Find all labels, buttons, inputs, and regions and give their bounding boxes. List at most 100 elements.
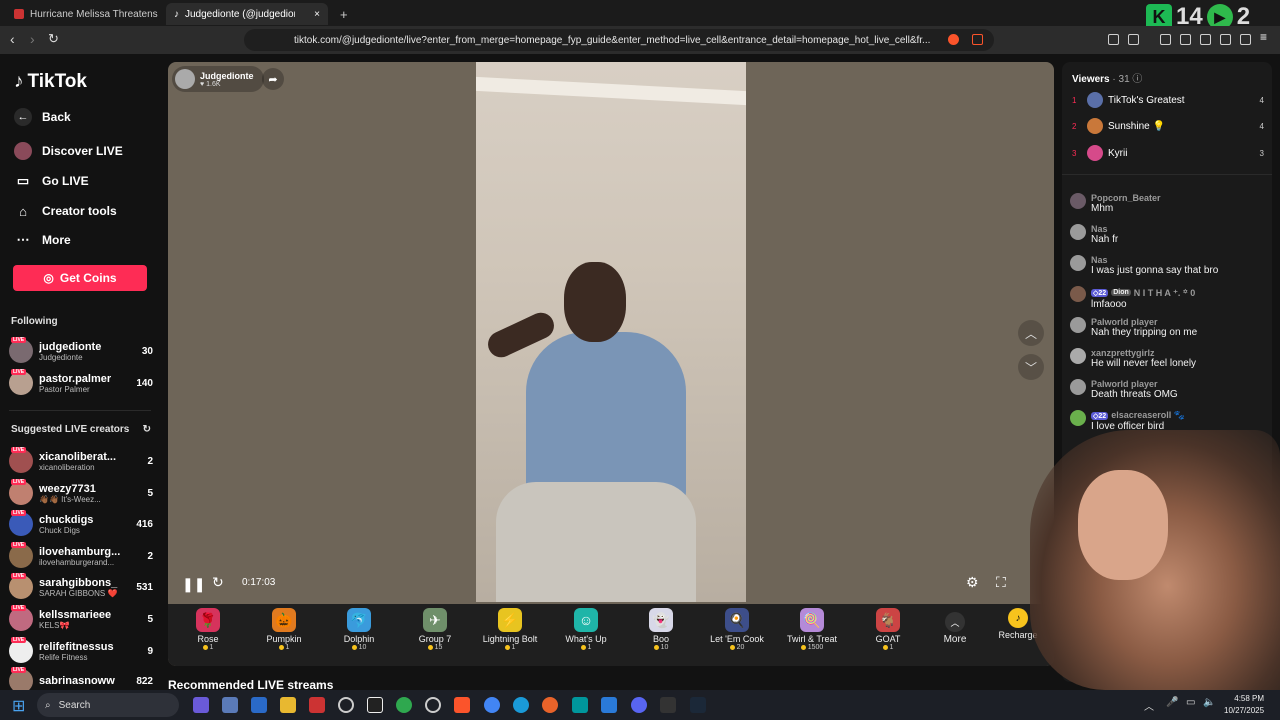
gift-more-button[interactable]: ︿ More	[920, 612, 990, 645]
windows-start-icon[interactable]: ⊞	[12, 696, 25, 716]
chat-avatar[interactable]	[1070, 224, 1086, 240]
screenshot-icon[interactable]	[1128, 34, 1139, 45]
suggested-account[interactable]: LIVE weezy7731 👋🏾👋🏾 It's-Weez... 5	[9, 478, 153, 508]
chat-username[interactable]: Nas	[1091, 255, 1218, 265]
gift-lightning-bolt[interactable]: ⚡ Lightning Bolt 1	[475, 608, 545, 651]
arduino-icon[interactable]	[572, 697, 588, 713]
viewers-header[interactable]: Viewers · 31 ⓘ	[1072, 70, 1142, 85]
chat-username[interactable]: elsacreaseroll 🐾	[1111, 410, 1185, 421]
next-stream-icon[interactable]: ﹀	[1018, 354, 1044, 380]
chat-username[interactable]: Nas	[1091, 224, 1118, 234]
top-viewer[interactable]: 3 Kyrii 3	[1072, 145, 1264, 161]
leo-ai-icon[interactable]	[1220, 34, 1231, 45]
chat-username[interactable]: Popcorn_Beater	[1091, 193, 1161, 203]
refresh-stream-icon[interactable]: ↻	[212, 574, 224, 591]
app-icon[interactable]	[193, 697, 209, 713]
chat-username[interactable]: Palworld player	[1091, 317, 1197, 327]
tiktok-logo[interactable]: ♪ TikTok	[14, 71, 87, 93]
gift-pumpkin[interactable]: 🎃 Pumpkin 1	[249, 608, 319, 651]
app-icon[interactable]	[251, 697, 267, 713]
new-tab-button[interactable]: +	[332, 3, 354, 25]
suggested-account[interactable]: LIVE xicanoliberat... xicanoliberation 2	[9, 446, 153, 476]
forward-nav-icon[interactable]: ›	[30, 31, 35, 47]
fullscreen-icon[interactable]: ⛶	[996, 574, 1006, 591]
nav-creator-tools[interactable]: ⌂ Creator tools	[14, 202, 117, 220]
nav-more[interactable]: ⋯ More	[14, 231, 71, 249]
wallet-icon[interactable]	[1200, 34, 1211, 45]
suggested-account[interactable]: LIVE kellssmarieee KELS🎀 5	[9, 604, 153, 634]
host-info[interactable]: Judgedionte ♥ 1.6K	[172, 66, 264, 92]
gift-let-em-cook[interactable]: 🍳 Let 'Em Cook 20	[702, 608, 772, 651]
gift-boo[interactable]: 👻 Boo 10	[626, 608, 696, 651]
gift-whats-up[interactable]: ☺ What's Up 1	[551, 608, 621, 651]
nav-discover-live[interactable]: Discover LIVE	[14, 142, 123, 160]
suggested-account[interactable]: LIVE ilovehamburg... ilovehamburgerand...…	[9, 541, 153, 571]
brave-icon[interactable]	[454, 697, 470, 713]
browser-tab-tiktok[interactable]: ♪ Judgedionte (@judgedionte) ×	[166, 3, 328, 25]
brave-shields-icon[interactable]	[948, 34, 959, 45]
suggested-account[interactable]: LIVE sarahgibbons_ SARAH GIBBONS ❤️ 531	[9, 572, 153, 602]
steam-icon[interactable]	[690, 697, 706, 713]
refresh-icon[interactable]: ↻	[143, 424, 151, 435]
live-video-player[interactable]: Judgedionte ♥ 1.6K ➦ ❚❚ ↻ 0:17:03 ⚙ ⛶	[168, 62, 1054, 666]
prev-stream-icon[interactable]: ︿	[1018, 320, 1044, 346]
top-viewer[interactable]: 1 TikTok's Greatest 4	[1072, 92, 1264, 108]
following-account[interactable]: LIVE pastor.palmer Pastor Palmer 140	[9, 368, 153, 398]
settings-icon[interactable]: ⚙	[966, 574, 979, 591]
nav-go-live[interactable]: ▭ Go LIVE	[14, 172, 89, 190]
suggested-account[interactable]: LIVE chuckdigs Chuck Digs 416	[9, 509, 153, 539]
vscode-icon[interactable]	[601, 697, 617, 713]
network-icon[interactable]: ▭	[1186, 697, 1195, 708]
gift-group-7[interactable]: ✈ Group 7 15	[400, 608, 470, 651]
app-icon[interactable]	[660, 697, 676, 713]
gift-twirl-treat[interactable]: 🍭 Twirl & Treat 1500	[777, 608, 847, 651]
app-icon[interactable]	[222, 697, 238, 713]
gift-dolphin[interactable]: 🐬 Dolphin 10	[324, 608, 394, 651]
back-nav-icon[interactable]: ‹	[10, 31, 15, 47]
media-icon[interactable]	[1160, 34, 1171, 45]
extensions-icon[interactable]	[1108, 34, 1119, 45]
suggested-account[interactable]: LIVE relifefitnessus Relife Fitness 9	[9, 636, 153, 666]
app-icon[interactable]	[338, 697, 354, 713]
app-icon[interactable]	[396, 697, 412, 713]
sidebar-toggle-icon[interactable]	[1180, 34, 1191, 45]
chat-avatar[interactable]	[1070, 286, 1086, 302]
pause-icon[interactable]: ❚❚	[182, 576, 205, 593]
browser-tab-hurricane[interactable]: Hurricane Melissa Threatens Jamaica	[6, 3, 158, 25]
reload-icon[interactable]: ↻	[48, 31, 59, 47]
gift-rose[interactable]: 🌹 Rose 1	[173, 608, 243, 651]
taskbar-clock[interactable]: 4:58 PM 10/27/2025	[1224, 693, 1264, 717]
taskbar-search[interactable]: ⌕ Search	[37, 693, 179, 717]
menu-icon[interactable]: ≡	[1260, 30, 1271, 44]
capcut-icon[interactable]	[367, 697, 383, 713]
get-coins-button[interactable]: ◎ Get Coins	[13, 265, 147, 291]
chat-username[interactable]: xanzprettygirlz	[1091, 348, 1196, 358]
live-video-frame[interactable]	[476, 62, 746, 602]
file-explorer-icon[interactable]	[280, 697, 296, 713]
chat-avatar[interactable]	[1070, 317, 1086, 333]
app-icon[interactable]	[309, 697, 325, 713]
firefox-icon[interactable]	[542, 697, 558, 713]
volume-icon[interactable]: 🔈	[1203, 697, 1215, 708]
address-bar[interactable]: tiktok.com/@judgedionte/live?enter_from_…	[244, 29, 994, 51]
chrome-icon[interactable]	[484, 697, 500, 713]
top-viewer[interactable]: 2 Sunshine 💡 4	[1072, 118, 1264, 134]
info-icon[interactable]: ⓘ	[1132, 74, 1142, 85]
microphone-icon[interactable]: 🎤	[1166, 697, 1178, 708]
close-tab-icon[interactable]: ×	[314, 9, 320, 20]
chat-avatar[interactable]	[1070, 410, 1086, 426]
chat-avatar[interactable]	[1070, 348, 1086, 364]
gift-goat[interactable]: 🐐 GOAT 1	[853, 608, 923, 651]
tray-chevron-icon[interactable]: ︿	[1144, 698, 1154, 713]
chat-username[interactable]: Palworld player	[1091, 379, 1178, 389]
following-account[interactable]: LIVE judgedionte Judgedionte 30	[9, 336, 153, 366]
chat-avatar[interactable]	[1070, 193, 1086, 209]
chat-username[interactable]: N I T H A ⁺. ꙳ 0	[1134, 286, 1196, 299]
vpn-icon[interactable]	[1240, 34, 1251, 45]
nav-back[interactable]: ← Back	[14, 108, 71, 126]
edge-icon[interactable]	[513, 697, 529, 713]
chat-avatar[interactable]	[1070, 255, 1086, 271]
discord-icon[interactable]	[631, 697, 647, 713]
chat-avatar[interactable]	[1070, 379, 1086, 395]
obs-icon[interactable]	[425, 697, 441, 713]
